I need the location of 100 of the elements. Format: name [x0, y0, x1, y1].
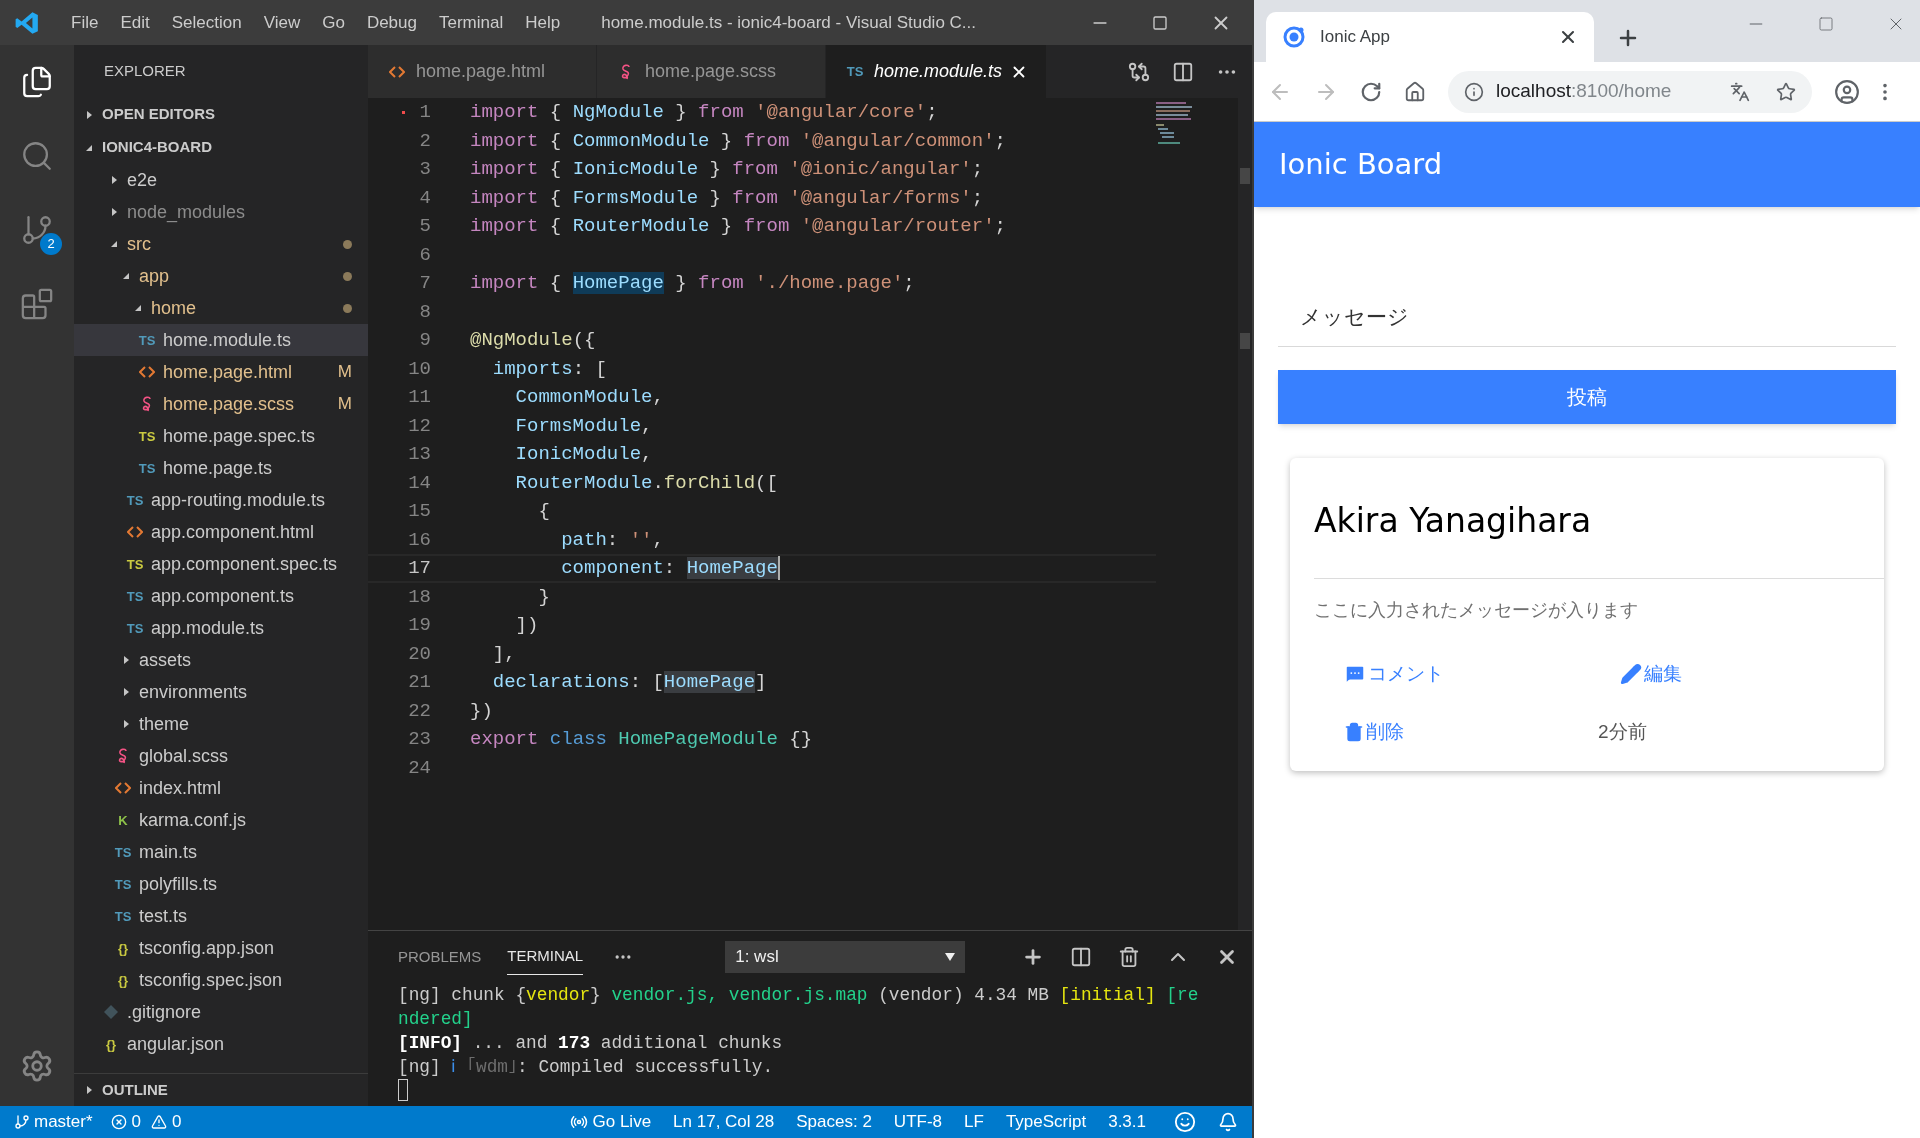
tree-item[interactable]: TS test.ts	[74, 900, 368, 932]
translate-icon[interactable]	[1730, 81, 1750, 102]
code-line: @NgModule({	[470, 328, 596, 353]
tree-item[interactable]: TS app.component.spec.ts	[74, 548, 368, 580]
split-editor-icon[interactable]	[1172, 60, 1194, 83]
tree-item[interactable]: TS home.page.spec.ts	[74, 420, 368, 452]
status-item[interactable]: Ln 17, Col 28	[673, 1109, 775, 1135]
menu-item[interactable]: View	[252, 9, 312, 36]
tree-item[interactable]: app.component.html	[74, 516, 368, 548]
tree-item[interactable]: home.page.scss M	[74, 388, 368, 420]
menu-item[interactable]: Edit	[109, 9, 161, 36]
tree-item[interactable]: K karma.conf.js	[74, 804, 368, 836]
address-bar[interactable]: localhost:8100/home	[1448, 70, 1812, 113]
comment-button[interactable]: コメント	[1368, 659, 1444, 688]
line-number: 5	[419, 214, 431, 239]
editor-tab[interactable]: home.page.html	[368, 45, 597, 98]
line-number: 23	[408, 727, 431, 752]
menu-item[interactable]: Terminal	[428, 9, 515, 36]
warning-count[interactable]: 0	[172, 1109, 182, 1135]
menu-item[interactable]: Selection	[160, 9, 253, 36]
tree-item[interactable]: {} tsconfig.app.json	[74, 932, 368, 964]
smiley-icon[interactable]	[1174, 1111, 1196, 1133]
tree-item[interactable]: {} tsconfig.spec.json	[74, 964, 368, 996]
menu-item[interactable]: Help	[514, 9, 572, 36]
line-number: 17	[408, 556, 431, 581]
tree-item[interactable]: node_modules	[74, 196, 368, 228]
tree-item[interactable]: TS main.ts	[74, 836, 368, 868]
status-item[interactable]: UTF-8	[893, 1109, 943, 1135]
tree-item[interactable]: home	[74, 292, 368, 324]
tree-item[interactable]: TS app-routing.module.ts	[74, 484, 368, 516]
status-item[interactable]: LF	[964, 1109, 984, 1135]
tree-item[interactable]: TS app.module.ts	[74, 612, 368, 644]
tree-item[interactable]: TS home.page.ts	[74, 452, 368, 484]
tree-item[interactable]: global.scss	[74, 740, 368, 772]
git-status-letter: M	[337, 393, 352, 416]
editor-tab[interactable]: home.page.scss	[597, 45, 826, 98]
code-line: }	[537, 584, 550, 610]
section-header[interactable]: IONIC4-BOARD	[74, 131, 368, 164]
tree-item[interactable]: TS home.module.ts	[74, 324, 368, 356]
split-terminal-icon[interactable]	[1070, 946, 1092, 968]
line-number: 10	[408, 356, 431, 382]
menu-item[interactable]: Debug	[355, 9, 428, 36]
app-title: Ionic Board	[1279, 145, 1443, 183]
compare-icon[interactable]	[1128, 60, 1150, 83]
bell-icon[interactable]	[1218, 1112, 1238, 1132]
panel-tab[interactable]: PROBLEMS	[398, 939, 482, 975]
panel-tab[interactable]: TERMINAL	[507, 939, 584, 975]
tree-item[interactable]: TS app.component.ts	[74, 580, 368, 612]
tree-item[interactable]: index.html	[74, 772, 368, 804]
line-number: 8	[419, 299, 431, 325]
trash-icon[interactable]	[1118, 946, 1140, 968]
delete-button[interactable]: 削除	[1366, 718, 1404, 747]
blocks-icon[interactable]	[20, 287, 54, 321]
tree-item[interactable]: app	[74, 260, 368, 292]
menu-item[interactable]: File	[60, 9, 110, 36]
home-icon[interactable]	[1404, 80, 1426, 103]
tree-item[interactable]: src	[74, 228, 368, 260]
code-line: IonicModule,	[514, 442, 653, 467]
tree-item[interactable]: {} angular.json	[74, 1028, 368, 1060]
tree-item[interactable]: theme	[74, 708, 368, 740]
terminal-cursor	[398, 1079, 408, 1101]
line-number: 16	[408, 527, 431, 553]
section-header[interactable]: OPEN EDITORS	[74, 98, 368, 131]
tree-item[interactable]: environments	[74, 676, 368, 708]
go-live-button[interactable]: Go Live	[592, 1109, 652, 1135]
tree-item[interactable]: TS polyfills.ts	[74, 868, 368, 900]
editor-tab[interactable]: TS home.module.ts	[826, 45, 1047, 98]
edit-button[interactable]: 編集	[1644, 659, 1682, 688]
tree-item[interactable]: e2e	[74, 164, 368, 196]
line-number: 19	[408, 613, 431, 638]
code-line: ],	[491, 641, 516, 667]
branch-icon[interactable]	[20, 213, 54, 247]
files-icon[interactable]	[20, 65, 54, 99]
menu-item[interactable]: Go	[311, 9, 356, 36]
code-line: imports: [	[491, 356, 607, 382]
profile-icon[interactable]	[1834, 78, 1860, 105]
code-line: path: '',	[560, 527, 664, 553]
post-button[interactable]: 投稿	[1278, 370, 1896, 424]
browser-tab[interactable]: Ionic App	[1266, 12, 1594, 62]
tree-item[interactable]: home.page.html M	[74, 356, 368, 388]
karma-icon: K	[112, 813, 134, 827]
tree-item[interactable]: .gitignore	[74, 996, 368, 1028]
star-icon[interactable]	[1776, 81, 1796, 102]
terminal-select[interactable]: 1: wsl	[725, 941, 966, 973]
error-count[interactable]: 0	[131, 1109, 142, 1135]
status-item[interactable]: TypeScript	[1005, 1109, 1087, 1135]
reload-icon[interactable]	[1360, 80, 1382, 103]
new-terminal-icon[interactable]	[1022, 946, 1044, 968]
code-line: RouterModule.forChild([	[514, 470, 778, 496]
typescript-icon: TS	[112, 909, 134, 923]
message-input[interactable]: メッセージ	[1278, 287, 1896, 347]
tree-item[interactable]: assets	[74, 644, 368, 676]
search-icon[interactable]	[20, 139, 54, 173]
settings-icon[interactable]	[20, 1049, 54, 1083]
status-item[interactable]: Spaces: 2	[796, 1109, 872, 1135]
code-line: })	[470, 698, 493, 724]
branch-name[interactable]: master*	[34, 1109, 93, 1135]
trash-icon	[1344, 722, 1364, 743]
terminal-line: [ng] chunk {vendor} vendor.js, vendor.js.map (vendor) 4.34 MB [initial] [rendered]	[398, 984, 1200, 1031]
status-item[interactable]: 3.3.1	[1108, 1109, 1146, 1135]
